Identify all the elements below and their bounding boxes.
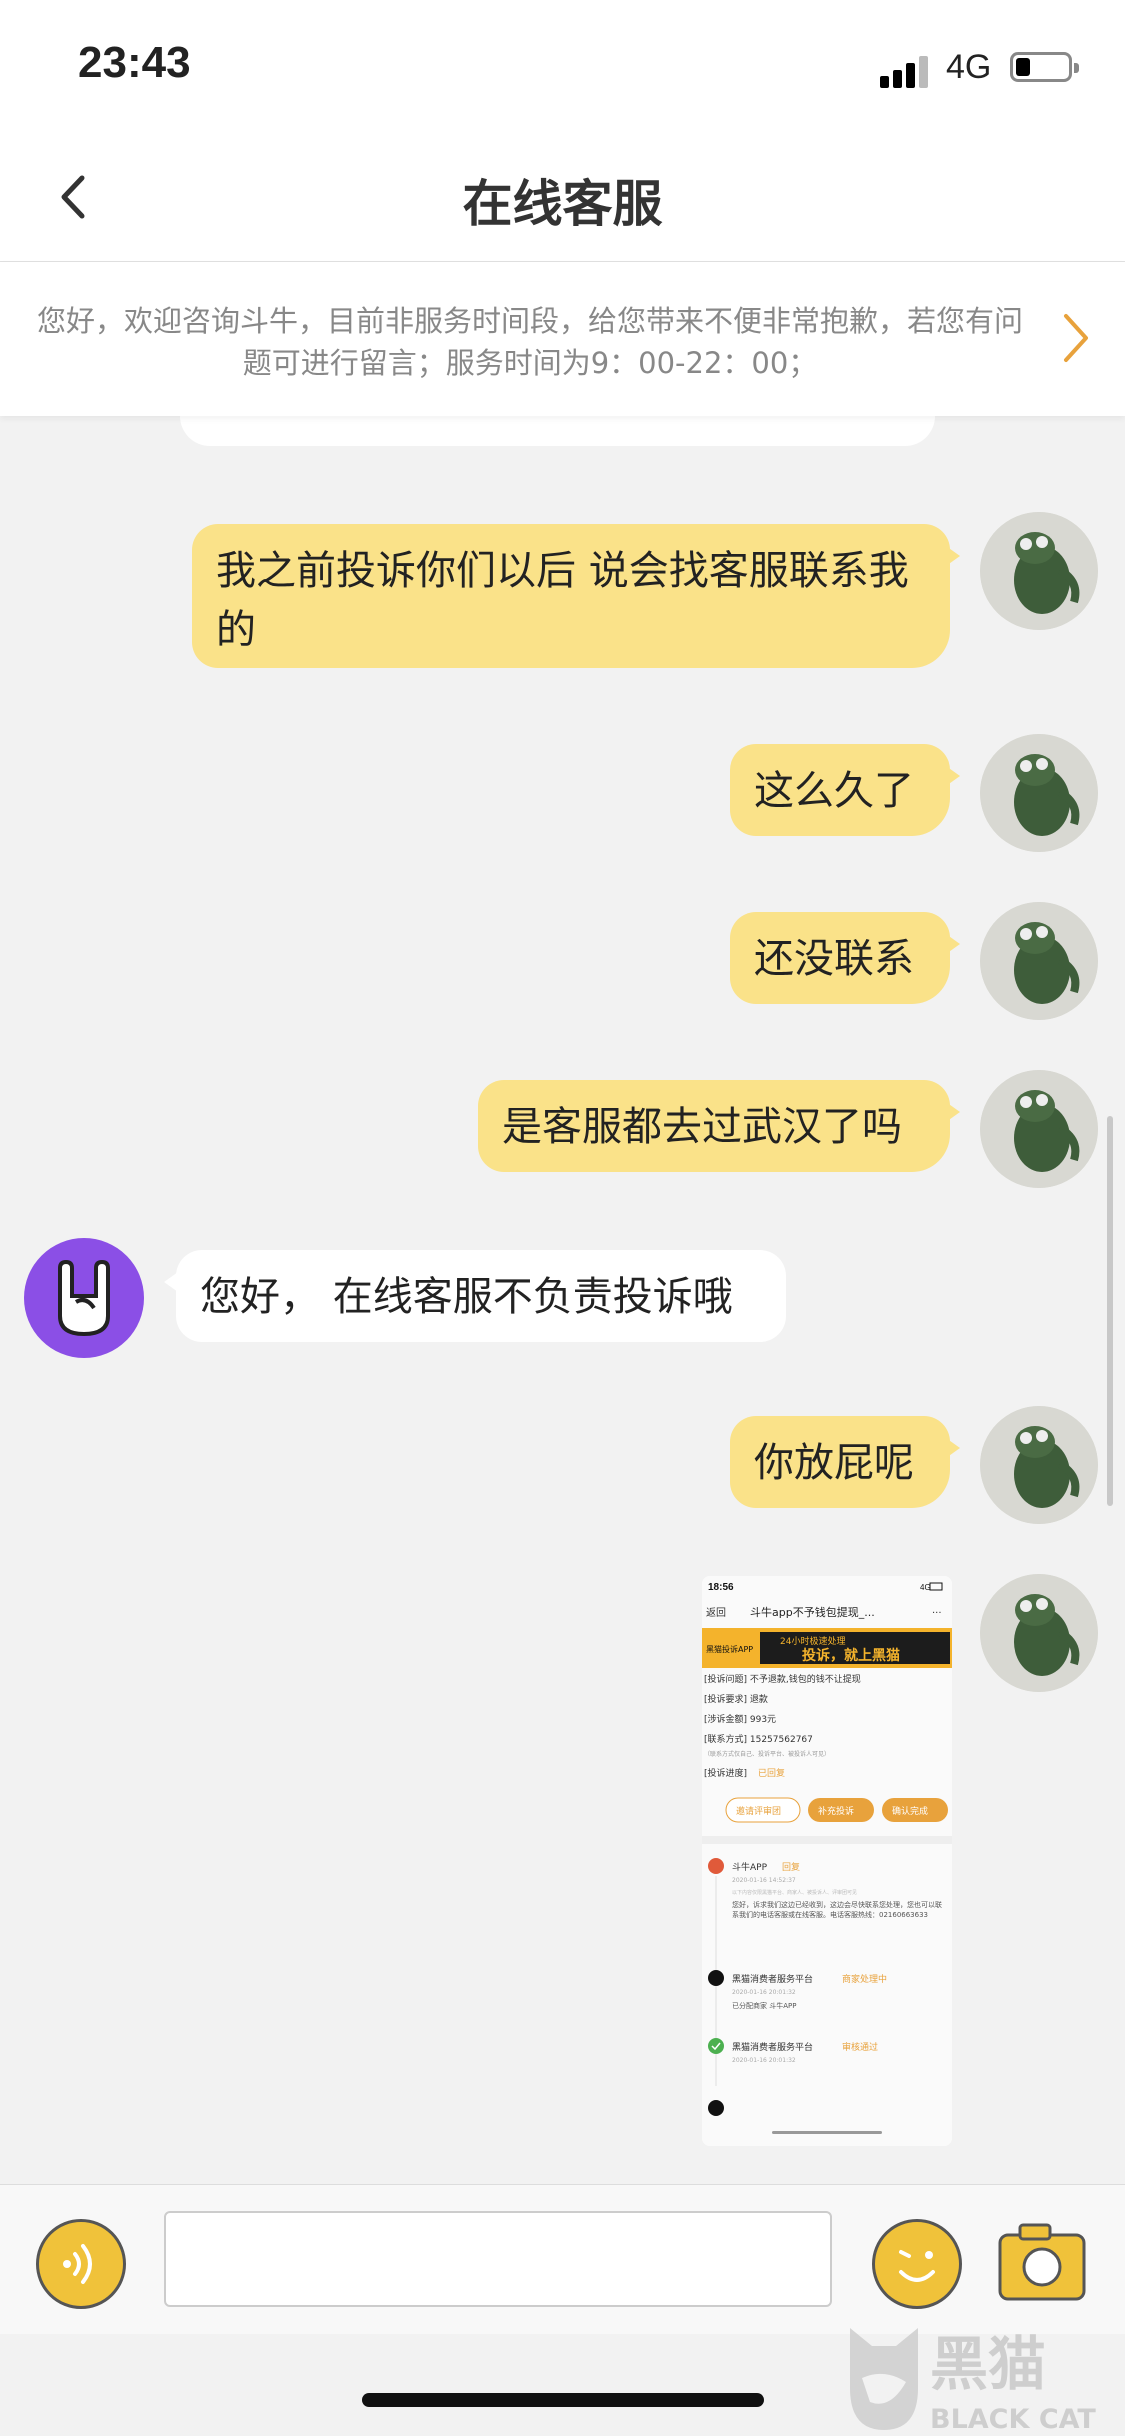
screenshot-entry1-note: 以下内容仅限黑猫平台、商家人、被投诉人、评审团可见 bbox=[732, 1889, 857, 1896]
screenshot-line3: [涉诉金额] 993元 bbox=[704, 1713, 776, 1725]
page-title: 在线客服 bbox=[462, 175, 663, 233]
signal-icon bbox=[880, 52, 932, 88]
chevron-right-icon[interactable] bbox=[1056, 308, 1096, 368]
screenshot-entry1-name: 斗牛APP bbox=[732, 1861, 768, 1873]
emoji-button[interactable] bbox=[872, 2219, 962, 2309]
screenshot-entry1-tag: 回复 bbox=[782, 1861, 800, 1873]
user-avatar[interactable] bbox=[980, 1070, 1098, 1188]
agent-message-bubble[interactable]: 您好， 在线客服不负责投诉哦 bbox=[164, 1250, 786, 1342]
voice-icon bbox=[63, 2244, 92, 2284]
user-avatar[interactable] bbox=[980, 512, 1098, 630]
user-message-bubble[interactable]: 你放屁呢 bbox=[730, 1416, 960, 1508]
screenshot-line5-status: 已回复 bbox=[758, 1767, 785, 1779]
screenshot-banner-top: 24小时极速处理 bbox=[780, 1635, 845, 1647]
rock-hand-icon bbox=[58, 1259, 110, 1337]
black-cat-watermark: 黑猫 BLACK CAT bbox=[850, 2328, 1096, 2435]
screenshot-banner-left: 黑猫投诉APP bbox=[706, 1644, 753, 1654]
notice-text: 您好，欢迎咨询斗牛，目前非服务时间段，给您带来不便非常抱歉，若您有问题可进行留言… bbox=[36, 304, 1023, 380]
agent-avatar[interactable] bbox=[24, 1238, 144, 1358]
complaint-screenshot: 18:56 4G 返回 斗牛app不予钱包提现_... ··· 黑猫投诉APP … bbox=[702, 1576, 952, 2146]
user-avatar[interactable] bbox=[980, 902, 1098, 1020]
previous-message-bubble bbox=[180, 416, 935, 446]
network-label: 4G bbox=[946, 48, 992, 86]
status-time: 23:43 bbox=[78, 38, 191, 87]
screenshot-line2: [投诉要求] 退款 bbox=[704, 1693, 768, 1705]
screenshot-banner-right: 投诉，就上黑猫 bbox=[802, 1647, 900, 1664]
status-bar: 23:43 4G bbox=[0, 0, 1125, 132]
input-bar bbox=[0, 2184, 1125, 2334]
screenshot-line1: [投诉问题] 不予退款,钱包的钱不让提现 bbox=[704, 1673, 861, 1685]
screenshot-line4-note: （联系方式仅自己、投诉平台、被投诉人可见） bbox=[704, 1750, 830, 1758]
message-text: 我之前投诉你们以后 说会找客服联系我的 bbox=[216, 548, 909, 653]
screenshot-entry2-name: 黑猫消费者服务平台 bbox=[732, 1973, 813, 1985]
scrollbar[interactable] bbox=[1107, 1116, 1113, 1506]
message-text: 是客服都去过武汉了吗 bbox=[502, 1104, 902, 1150]
screenshot-entry1-time: 2020-01-16 14:52:37 bbox=[732, 1877, 796, 1884]
camera-button[interactable] bbox=[996, 2219, 1088, 2303]
user-avatar[interactable] bbox=[980, 1574, 1098, 1692]
screenshot-btn3: 确认完成 bbox=[892, 1805, 928, 1817]
user-avatar[interactable] bbox=[980, 734, 1098, 852]
screenshot-btn1: 邀请评审团 bbox=[736, 1805, 781, 1817]
message-text: 你放屁呢 bbox=[754, 1440, 914, 1486]
screenshot-entry2-tag: 商家处理中 bbox=[842, 1973, 887, 1985]
screenshot-line4: [联系方式] 15257562767 bbox=[704, 1733, 813, 1745]
voice-input-button[interactable] bbox=[36, 2219, 126, 2309]
screenshot-line5: [投诉进度] bbox=[704, 1767, 747, 1779]
message-text: 您好， 在线客服不负责投诉哦 bbox=[200, 1274, 733, 1320]
screenshot-entry3-time: 2020-01-16 20:01:32 bbox=[732, 2057, 796, 2064]
screenshot-network: 4G bbox=[920, 1583, 931, 1592]
screenshot-entry2-time: 2020-01-16 20:01:32 bbox=[732, 1989, 796, 1996]
watermark-en: BLACK CAT bbox=[930, 2404, 1096, 2435]
user-message-bubble[interactable]: 我之前投诉你们以后 说会找客服联系我的 bbox=[192, 524, 960, 668]
screenshot-entry3-tag: 审核通过 bbox=[842, 2041, 878, 2053]
battery-icon bbox=[1010, 52, 1079, 82]
screenshot-back: 返回 bbox=[706, 1607, 726, 1619]
watermark-cn: 黑猫 bbox=[930, 2330, 1046, 2398]
emoji-icon bbox=[899, 2250, 935, 2282]
user-message-bubble[interactable]: 这么久了 bbox=[730, 744, 960, 836]
screenshot-time: 18:56 bbox=[708, 1582, 734, 1593]
screenshot-entry3-name: 黑猫消费者服务平台 bbox=[732, 2041, 813, 2053]
user-avatar[interactable] bbox=[980, 1406, 1098, 1524]
user-message-bubble[interactable]: 是客服都去过武汉了吗 bbox=[478, 1080, 960, 1172]
nav-bar: 在线客服 bbox=[0, 132, 1125, 262]
message-text: 这么久了 bbox=[754, 768, 914, 814]
chat-history[interactable]: 我之前投诉你们以后 说会找客服联系我的 这么久了 还没联系 是客服都去过武汉了吗… bbox=[0, 416, 1125, 2184]
image-message[interactable]: 18:56 4G 返回 斗牛app不予钱包提现_... ··· 黑猫投诉APP … bbox=[702, 1576, 952, 2146]
service-notice[interactable]: 您好，欢迎咨询斗牛，目前非服务时间段，给您带来不便非常抱歉，若您有问题可进行留言… bbox=[0, 262, 1125, 416]
home-indicator bbox=[362, 2393, 764, 2407]
screenshot-title: 斗牛app不予钱包提现_... bbox=[750, 1605, 875, 1619]
user-message-bubble[interactable]: 还没联系 bbox=[730, 912, 960, 1004]
message-text: 还没联系 bbox=[754, 936, 914, 982]
screenshot-entry1-text: 您好，诉求我们这边已经收到，这边会尽快联系您处理，您也可以联系我们的电话客服或在… bbox=[732, 1901, 942, 1919]
message-input[interactable] bbox=[164, 2211, 832, 2307]
screenshot-entry2-text: 已分配商家 斗牛APP bbox=[732, 2001, 796, 2010]
screenshot-menu: ··· bbox=[932, 1608, 942, 1619]
screenshot-btn2: 补充投诉 bbox=[818, 1805, 854, 1817]
